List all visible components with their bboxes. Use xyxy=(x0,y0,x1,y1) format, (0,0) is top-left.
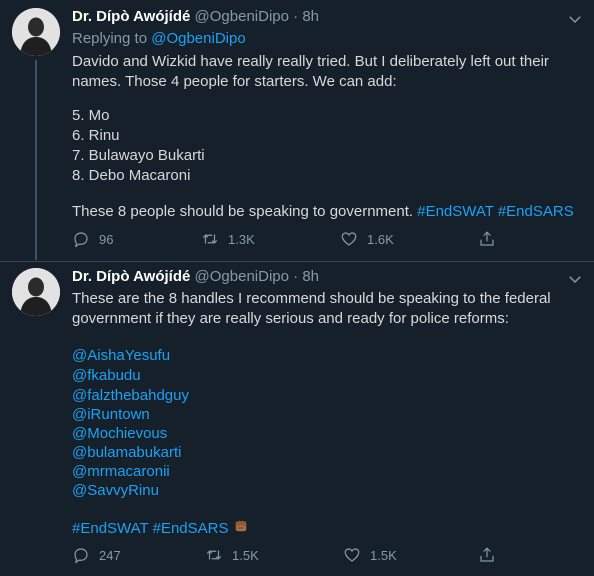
retweet-button[interactable]: 1.5K xyxy=(205,545,259,565)
reply-button[interactable]: 96 xyxy=(72,229,113,249)
tweet-text-line: Davido and Wizkid have really really tri… xyxy=(72,53,549,70)
tweet-text-line: These are the 8 handles I recommend shou… xyxy=(72,290,551,307)
hashtag-link[interactable]: #EndSARS xyxy=(498,203,574,220)
heart-icon xyxy=(344,548,360,562)
tweet-text-line: government if they are really serious an… xyxy=(72,310,509,327)
like-count: 1.5K xyxy=(370,547,397,563)
tweet-text-line: These 8 people should be speaking to gov… xyxy=(72,202,574,222)
like-button[interactable]: 1.6K xyxy=(340,229,394,249)
tweet-text-line: names. Those 4 people for starters. We c… xyxy=(72,73,397,90)
tweet-text-line: 8. Debo Macaroni xyxy=(72,167,191,184)
reply-count: 96 xyxy=(99,231,114,247)
mention-link[interactable]: @SavvyRinu xyxy=(72,481,159,501)
like-count: 1.6K xyxy=(367,231,394,247)
replying-to-handle[interactable]: @OgbeniDipo xyxy=(151,30,245,47)
hashtag-link[interactable]: #EndSARS xyxy=(153,520,229,537)
avatar[interactable] xyxy=(12,268,60,316)
separator: · xyxy=(293,268,299,285)
mention-link[interactable]: @mrmacaronii xyxy=(72,462,170,482)
tweet-text-line: 6. Rinu xyxy=(72,127,120,144)
thread-connector xyxy=(35,60,37,260)
replying-to: Replying to @OgbeniDipo xyxy=(72,30,246,47)
tweet-text-line: 5. Mo xyxy=(72,107,110,124)
share-button[interactable] xyxy=(478,545,505,565)
timestamp[interactable]: 8h xyxy=(302,8,319,25)
raised-fist-emoji-icon xyxy=(232,517,250,541)
tweet-1[interactable]: Dr. Dípò Awójídé @OgbeniDipo · 8h Replyi… xyxy=(0,0,594,262)
like-button[interactable]: 1.5K xyxy=(343,545,397,565)
separator: · xyxy=(293,8,299,25)
mention-link[interactable]: @iRuntown xyxy=(72,405,150,425)
share-icon xyxy=(480,231,494,246)
timestamp[interactable]: 8h xyxy=(302,268,319,285)
retweet-icon xyxy=(206,550,222,560)
chevron-down-icon[interactable] xyxy=(566,270,584,288)
hashtag-line: #EndSWAT #EndSARS xyxy=(72,517,250,541)
reply-icon xyxy=(74,548,88,564)
mention-link[interactable]: @Mochievous xyxy=(72,424,167,444)
mention-link[interactable]: @fkabudu xyxy=(72,366,141,386)
author-handle[interactable]: @OgbeniDipo xyxy=(195,8,289,25)
retweet-count: 1.5K xyxy=(232,547,259,563)
retweet-icon xyxy=(202,234,218,244)
tweet-header: Dr. Dípò Awójídé @OgbeniDipo · 8h xyxy=(72,268,319,288)
heart-icon xyxy=(341,232,357,246)
avatar[interactable] xyxy=(12,8,60,56)
tweet-text-line: 7. Bulawayo Bukarti xyxy=(72,147,205,164)
share-button[interactable] xyxy=(478,229,505,249)
tweet-text: These 8 people should be speaking to gov… xyxy=(72,203,418,220)
hashtag-link[interactable]: #EndSWAT xyxy=(72,520,148,537)
author-name[interactable]: Dr. Dípò Awójídé xyxy=(72,8,190,25)
chevron-down-icon[interactable] xyxy=(566,10,584,28)
retweet-count: 1.3K xyxy=(228,231,255,247)
tweet-header: Dr. Dípò Awójídé @OgbeniDipo · 8h xyxy=(72,8,319,28)
reply-button[interactable]: 247 xyxy=(72,545,121,565)
share-icon xyxy=(480,547,494,562)
author-name[interactable]: Dr. Dípò Awójídé xyxy=(72,268,190,285)
hashtag-link[interactable]: #EndSWAT xyxy=(417,203,493,220)
mention-link[interactable]: @AishaYesufu xyxy=(72,346,170,366)
reply-icon xyxy=(74,232,88,248)
author-handle[interactable]: @OgbeniDipo xyxy=(195,268,289,285)
mention-link[interactable]: @falzthebahdguy xyxy=(72,386,189,406)
reply-count: 247 xyxy=(99,547,121,563)
replying-to-label: Replying to xyxy=(72,30,152,47)
retweet-button[interactable]: 1.3K xyxy=(201,229,255,249)
mention-link[interactable]: @bulamabukarti xyxy=(72,443,181,463)
